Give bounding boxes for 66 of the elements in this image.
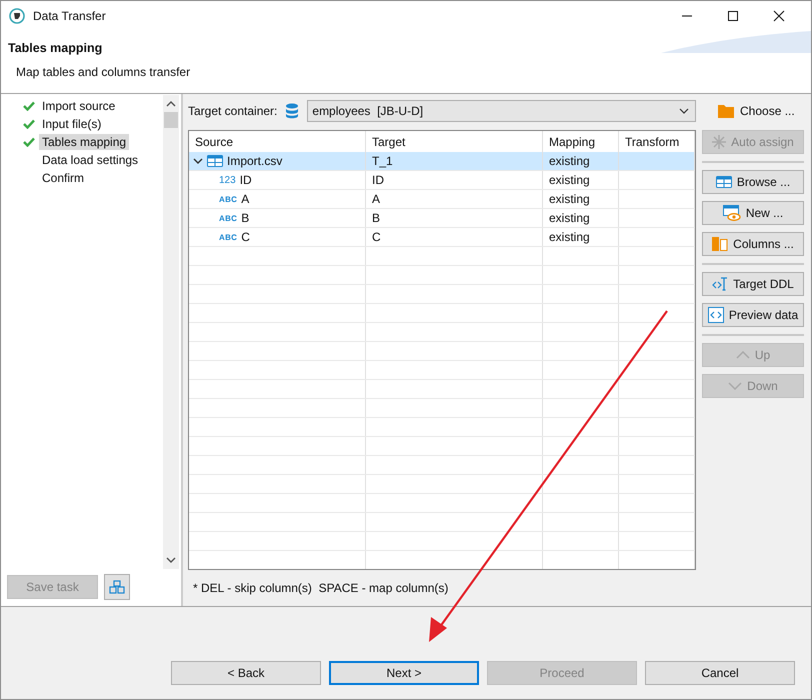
scroll-down-icon[interactable] (166, 557, 176, 563)
table-cell: B (366, 209, 543, 227)
task-icon-button[interactable] (104, 574, 130, 600)
table-cell: ID (366, 171, 543, 189)
shortcut-hint: * DEL - skip column(s) SPACE - map column(s) (192, 581, 450, 595)
target-container-dropdown[interactable]: employees [JB-U-D] (307, 100, 696, 122)
maximize-icon[interactable] (727, 10, 739, 22)
close-icon[interactable] (773, 10, 785, 22)
chevron-up-icon (736, 351, 750, 359)
table-cell: Import.csv (227, 154, 282, 168)
table-cell: existing (543, 152, 619, 170)
table-cell: existing (543, 209, 619, 227)
table-icon (716, 176, 732, 188)
scrollbar-thumb[interactable] (164, 112, 178, 128)
text-type-label: ABC (219, 214, 238, 222)
table-row[interactable]: ABC B B existing (189, 209, 695, 228)
choose-button[interactable]: Choose ... (740, 104, 795, 118)
table-cell: existing (543, 190, 619, 208)
side-button[interactable]: Browse ... (702, 170, 804, 194)
scrollbar[interactable] (163, 95, 179, 569)
number-type-label: 123 (219, 174, 236, 186)
step-item[interactable]: Input file(s) (39, 116, 104, 132)
table-icon (207, 155, 223, 167)
table-cell: A (241, 192, 250, 206)
table-eye-icon (722, 205, 741, 221)
window-title: Data Transfer (33, 9, 106, 23)
wizard-button[interactable]: Cancel (645, 661, 795, 685)
wizard-button[interactable]: < Back (171, 661, 321, 685)
table-row[interactable]: ABC A A existing (189, 190, 695, 209)
chevron-down-icon[interactable] (193, 156, 203, 166)
page-title: Tables mapping (8, 41, 102, 55)
dropdown-caret-icon (679, 108, 689, 114)
asterisk-icon (712, 135, 726, 149)
table-cell: ID (240, 173, 252, 187)
step-item[interactable]: Tables mapping (39, 134, 130, 150)
table-cell: existing (543, 171, 619, 189)
table-row[interactable]: ABC C C existing (189, 228, 695, 247)
side-button[interactable]: Target DDL (702, 272, 804, 296)
target-container-label: Target container: (188, 104, 278, 118)
database-icon (285, 103, 300, 119)
table-cell: T_1 (366, 152, 543, 170)
app-icon (9, 8, 25, 24)
scroll-up-icon[interactable] (166, 101, 176, 107)
table-cell: A (366, 190, 543, 208)
table-cell: C (366, 228, 543, 246)
code-window-icon (708, 307, 724, 323)
table-cell: B (241, 211, 250, 225)
text-type-label: ABC (219, 194, 238, 204)
chevron-down-icon (728, 382, 742, 390)
folder-icon (718, 104, 734, 118)
step-item[interactable]: Import source (39, 98, 118, 114)
side-button[interactable]: Preview data (702, 303, 804, 327)
step-item[interactable]: Confirm (39, 170, 88, 186)
wizard-button[interactable]: Next > (329, 661, 479, 685)
table-row[interactable]: 123 ID ID existing (189, 171, 695, 190)
code-icon (712, 277, 728, 291)
columns-icon (712, 237, 728, 251)
step-item[interactable]: Data load settings (39, 152, 142, 168)
table-cell: C (241, 230, 250, 244)
side-button[interactable]: Columns ... (702, 232, 804, 256)
text-type-label: ABC (219, 232, 238, 242)
table-cell: existing (543, 228, 619, 246)
side-button[interactable]: New ... (702, 201, 804, 225)
page-subtitle: Map tables and columns transfer (15, 65, 190, 79)
boxes-icon (109, 580, 125, 594)
table-row[interactable]: Import.csv T_1 existing (189, 152, 695, 171)
